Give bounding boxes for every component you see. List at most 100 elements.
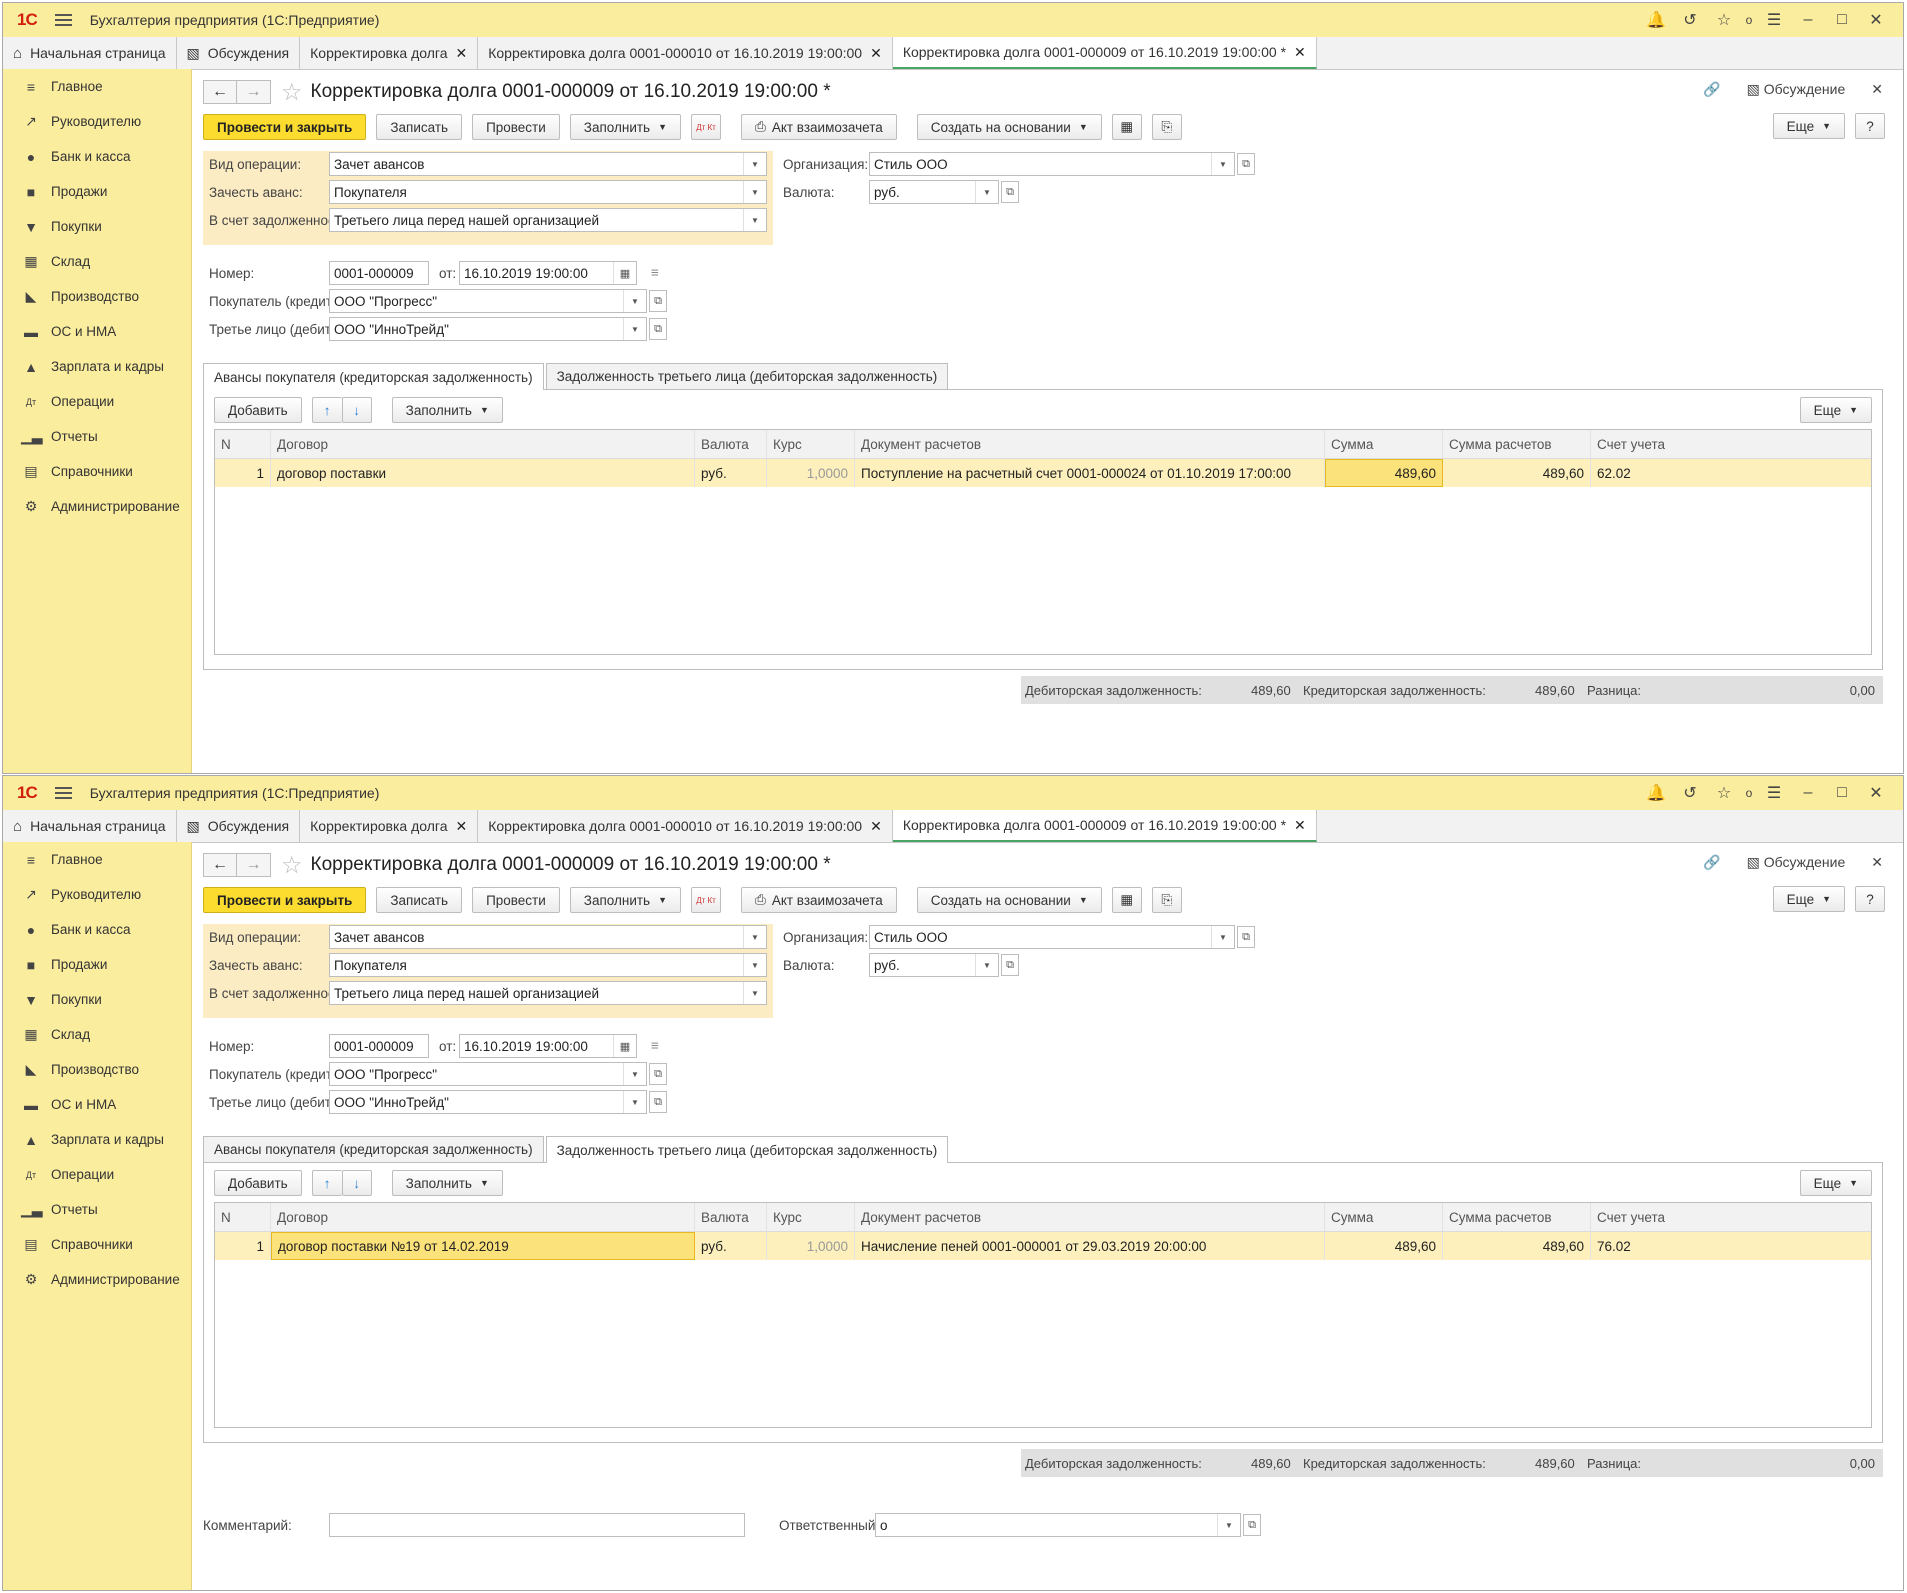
- row-doc[interactable]: Начисление пеней 0001-000001 от 29.03.20…: [855, 1232, 1325, 1260]
- save-button[interactable]: Записать: [376, 114, 463, 140]
- post-button[interactable]: Провести: [472, 114, 560, 140]
- comment-input[interactable]: [329, 1513, 745, 1537]
- move-down-icon[interactable]: ↓: [341, 397, 372, 423]
- maximize-icon[interactable]: □: [1825, 11, 1859, 29]
- favorite-star-icon[interactable]: ☆: [281, 851, 303, 880]
- favorites-star-icon[interactable]: ☆: [1707, 783, 1741, 803]
- help-button[interactable]: ?: [1855, 886, 1885, 912]
- table-row[interactable]: 1 договор поставки №19 от 14.02.2019 руб…: [215, 1232, 1871, 1260]
- close-form-icon[interactable]: ✕: [1871, 81, 1883, 98]
- row-contract[interactable]: договор поставки: [271, 459, 695, 487]
- structure-icon[interactable]: ▦: [1111, 114, 1142, 140]
- save-button[interactable]: Записать: [376, 887, 463, 913]
- sidebar-item-warehouse[interactable]: ▦ Склад: [3, 244, 191, 279]
- tab-debt-correction-list[interactable]: Корректировка долга ✕: [300, 810, 479, 842]
- close-tab-icon[interactable]: ✕: [1294, 44, 1306, 61]
- sidebar-item-purchases[interactable]: ▼ Покупки: [3, 209, 191, 244]
- sidebar-item-warehouse[interactable]: ▦ Склад: [3, 1017, 191, 1052]
- back-button[interactable]: ←: [203, 80, 237, 104]
- number-input[interactable]: 0001-000009: [329, 1034, 429, 1058]
- tab-discussions[interactable]: ▧ Обсуждения: [177, 810, 301, 842]
- org-select[interactable]: Стиль ООО ▼: [869, 152, 1235, 176]
- sidebar-item-references[interactable]: ▤ Справочники: [3, 1227, 191, 1262]
- open-org-icon[interactable]: ⧉: [1237, 926, 1255, 948]
- act-button[interactable]: ⎙ Акт взаимозачета: [741, 114, 897, 140]
- sidebar-item-bank[interactable]: ● Банк и касса: [3, 139, 191, 174]
- sidebar-item-assets[interactable]: ▬ ОС и НМА: [3, 1087, 191, 1122]
- tab-home[interactable]: ⌂ Начальная страница: [3, 810, 177, 842]
- act-button[interactable]: ⎙ Акт взаимозачета: [741, 887, 897, 913]
- sidebar-item-production[interactable]: ◣ Производство: [3, 1052, 191, 1087]
- tab-third-party-debt[interactable]: Задолженность третьего лица (дебиторская…: [545, 363, 949, 389]
- user-counter[interactable]: о: [1741, 786, 1757, 800]
- close-window-icon[interactable]: ✕: [1859, 10, 1893, 30]
- dt-kt-button[interactable]: Дт Кт: [691, 887, 721, 913]
- tab-buyer-advances[interactable]: Авансы покупателя (кредиторская задолжен…: [203, 363, 544, 390]
- close-tab-icon[interactable]: ✕: [1294, 817, 1306, 834]
- open-currency-icon[interactable]: ⧉: [1001, 954, 1019, 976]
- forward-button[interactable]: →: [237, 853, 271, 877]
- date-input[interactable]: 16.10.2019 19:00:00 ▦: [459, 1034, 637, 1058]
- add-row-button[interactable]: Добавить: [214, 397, 302, 423]
- close-tab-icon[interactable]: ✕: [870, 818, 882, 835]
- document-list-icon[interactable]: ≡: [651, 1038, 659, 1053]
- third-party-select[interactable]: ООО "ИнноТрейд" ▼: [329, 317, 647, 341]
- sidebar-item-bank[interactable]: ● Банк и касса: [3, 912, 191, 947]
- sidebar-item-operations[interactable]: Дт Операции: [3, 1157, 191, 1192]
- table-row[interactable]: 1 договор поставки руб. 1,0000 Поступлен…: [215, 459, 1871, 487]
- currency-select[interactable]: руб. ▼: [869, 180, 999, 204]
- tab-debt-correction-9[interactable]: Корректировка долга 0001-000009 от 16.10…: [892, 37, 1317, 69]
- advance-select[interactable]: Покупателя ▼: [329, 180, 767, 204]
- op-type-select[interactable]: Зачет авансов ▼: [329, 152, 767, 176]
- user-counter[interactable]: о: [1741, 13, 1757, 27]
- close-tab-icon[interactable]: ✕: [870, 45, 882, 62]
- debt-select[interactable]: Третьего лица перед нашей организацией ▼: [329, 208, 767, 232]
- responsible-select[interactable]: о ▼: [875, 1513, 1241, 1537]
- tab-debt-correction-9[interactable]: Корректировка долга 0001-000009 от 16.10…: [892, 810, 1317, 842]
- tab-home[interactable]: ⌂ Начальная страница: [3, 37, 177, 69]
- sidebar-item-reports[interactable]: ▁▃ Отчеты: [3, 1192, 191, 1227]
- back-button[interactable]: ←: [203, 853, 237, 877]
- forward-button[interactable]: →: [237, 80, 271, 104]
- close-form-icon[interactable]: ✕: [1871, 854, 1883, 871]
- row-sum[interactable]: 489,60: [1325, 1232, 1443, 1260]
- help-button[interactable]: ?: [1855, 113, 1885, 139]
- open-third-party-icon[interactable]: ⧉: [649, 318, 667, 340]
- sidebar-item-salary[interactable]: ▲ Зарплата и кадры: [3, 1122, 191, 1157]
- row-calc-sum[interactable]: 489,60: [1443, 459, 1591, 487]
- date-input[interactable]: 16.10.2019 19:00:00 ▦: [459, 261, 637, 285]
- dt-kt-button[interactable]: Дт Кт: [691, 114, 721, 140]
- open-org-icon[interactable]: ⧉: [1237, 153, 1255, 175]
- history-icon[interactable]: ↺: [1673, 783, 1707, 803]
- sidebar-item-reports[interactable]: ▁▃ Отчеты: [3, 419, 191, 454]
- fill-dropdown-button[interactable]: Заполнить ▼: [569, 114, 681, 140]
- move-up-icon[interactable]: ↑: [311, 1170, 342, 1196]
- link-icon[interactable]: 🔗: [1703, 81, 1720, 98]
- open-buyer-icon[interactable]: ⧉: [649, 1063, 667, 1085]
- create-based-button[interactable]: Создать на основании ▼: [916, 114, 1102, 140]
- open-third-party-icon[interactable]: ⧉: [649, 1091, 667, 1113]
- row-calc-sum[interactable]: 489,60: [1443, 1232, 1591, 1260]
- attachment-icon[interactable]: ⎘: [1151, 114, 1182, 140]
- post-button[interactable]: Провести: [472, 887, 560, 913]
- attachment-icon[interactable]: ⎘: [1151, 887, 1182, 913]
- bell-icon[interactable]: 🔔: [1639, 783, 1673, 803]
- more-button[interactable]: Еще ▼: [1772, 886, 1845, 912]
- sidebar-item-production[interactable]: ◣ Производство: [3, 279, 191, 314]
- settings-menu-icon[interactable]: ☰: [1757, 10, 1791, 30]
- third-party-select[interactable]: ООО "ИнноТрейд" ▼: [329, 1090, 647, 1114]
- debt-select[interactable]: Третьего лица перед нашей организацией ▼: [329, 981, 767, 1005]
- sidebar-item-manager[interactable]: ↗ Руководителю: [3, 877, 191, 912]
- row-currency[interactable]: руб.: [695, 459, 767, 487]
- settings-menu-icon[interactable]: ☰: [1757, 783, 1791, 803]
- tab-discussions[interactable]: ▧ Обсуждения: [177, 37, 301, 69]
- buyer-select[interactable]: ООО "Прогресс" ▼: [329, 289, 647, 313]
- sidebar-item-main[interactable]: ≡ Главное: [3, 842, 191, 877]
- tab-third-party-debt[interactable]: Задолженность третьего лица (дебиторская…: [545, 1136, 949, 1163]
- favorite-star-icon[interactable]: ☆: [281, 78, 303, 107]
- open-currency-icon[interactable]: ⧉: [1001, 181, 1019, 203]
- open-responsible-icon[interactable]: ⧉: [1243, 1514, 1261, 1536]
- row-doc[interactable]: Поступление на расчетный счет 0001-00002…: [855, 459, 1325, 487]
- sidebar-item-assets[interactable]: ▬ ОС и НМА: [3, 314, 191, 349]
- close-tab-icon[interactable]: ✕: [455, 45, 467, 62]
